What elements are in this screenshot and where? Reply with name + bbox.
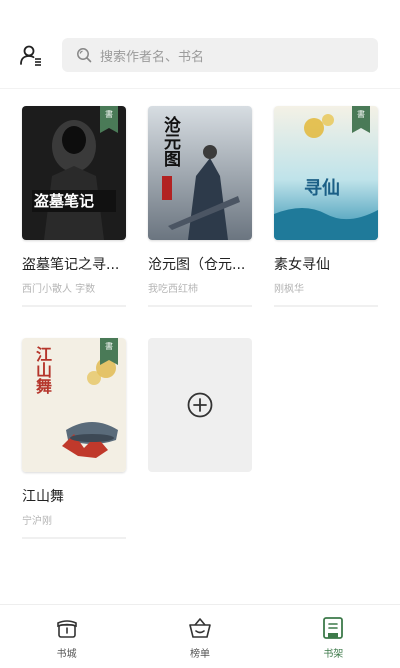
book-title: 江山舞	[22, 489, 64, 505]
bookmark-tag: 書	[100, 338, 118, 365]
book-cover: 沧元图	[148, 106, 252, 240]
user-profile-button[interactable]	[16, 38, 46, 72]
book-divider	[22, 305, 126, 307]
book-item[interactable]: 寻仙 書 素女寻仙 刚枫华	[274, 106, 378, 307]
book-divider	[22, 537, 126, 539]
bookshelf-icon	[323, 617, 344, 639]
book-title: 盗墓笔记之寻...	[22, 257, 120, 273]
book-author: 宁沪刚	[22, 516, 52, 527]
search-placeholder: 搜索作者名、书名	[100, 49, 205, 65]
book-divider	[274, 305, 378, 307]
tab-bookstore[interactable]: 书城	[0, 605, 133, 668]
book-author: 我吃西红柿	[148, 284, 198, 295]
book-title: 素女寻仙	[274, 257, 330, 273]
user-list-icon	[20, 45, 41, 66]
tab-label: 榜单	[189, 649, 210, 660]
tab-label: 书架	[323, 649, 344, 660]
cover-title: 江山舞	[33, 346, 52, 394]
store-icon	[56, 620, 77, 638]
tab-ranking[interactable]: 榜单	[133, 605, 266, 668]
book-author: 刚枫华	[274, 284, 304, 295]
add-book-button[interactable]	[148, 338, 252, 472]
book-title: 沧元图（仓元...	[148, 257, 246, 273]
tab-label: 书城	[56, 649, 77, 660]
cover-title: 沧元图	[160, 116, 180, 167]
book-item[interactable]: 沧元图 沧元图（仓元... 我吃西红柿	[148, 106, 252, 307]
cover-title: 盗墓笔记	[34, 192, 95, 210]
header-divider	[0, 88, 400, 89]
plus-circle-icon	[187, 392, 213, 418]
book-cover: 江山舞 書	[22, 338, 126, 472]
book-item[interactable]: 江山舞 書 江山舞 宁沪刚	[22, 338, 126, 539]
search-input[interactable]: 搜索作者名、书名	[62, 38, 378, 72]
search-icon	[77, 48, 92, 63]
book-cover: 寻仙 書	[274, 106, 378, 240]
bookmark-tag: 書	[352, 106, 370, 133]
book-divider	[148, 305, 252, 307]
bottom-tab-bar: 书城 榜单 书架	[0, 604, 400, 668]
tab-bookshelf[interactable]: 书架	[267, 605, 400, 668]
bookmark-tag: 書	[100, 106, 118, 133]
basket-icon	[189, 618, 211, 638]
header: 搜索作者名、书名	[0, 0, 400, 86]
book-item[interactable]: 盗墓笔记 書 盗墓笔记之寻... 西门小散人 字数	[22, 106, 126, 307]
book-cover: 盗墓笔记 書	[22, 106, 126, 240]
book-author: 西门小散人 字数	[22, 284, 96, 295]
cover-title: 寻仙	[304, 178, 340, 199]
